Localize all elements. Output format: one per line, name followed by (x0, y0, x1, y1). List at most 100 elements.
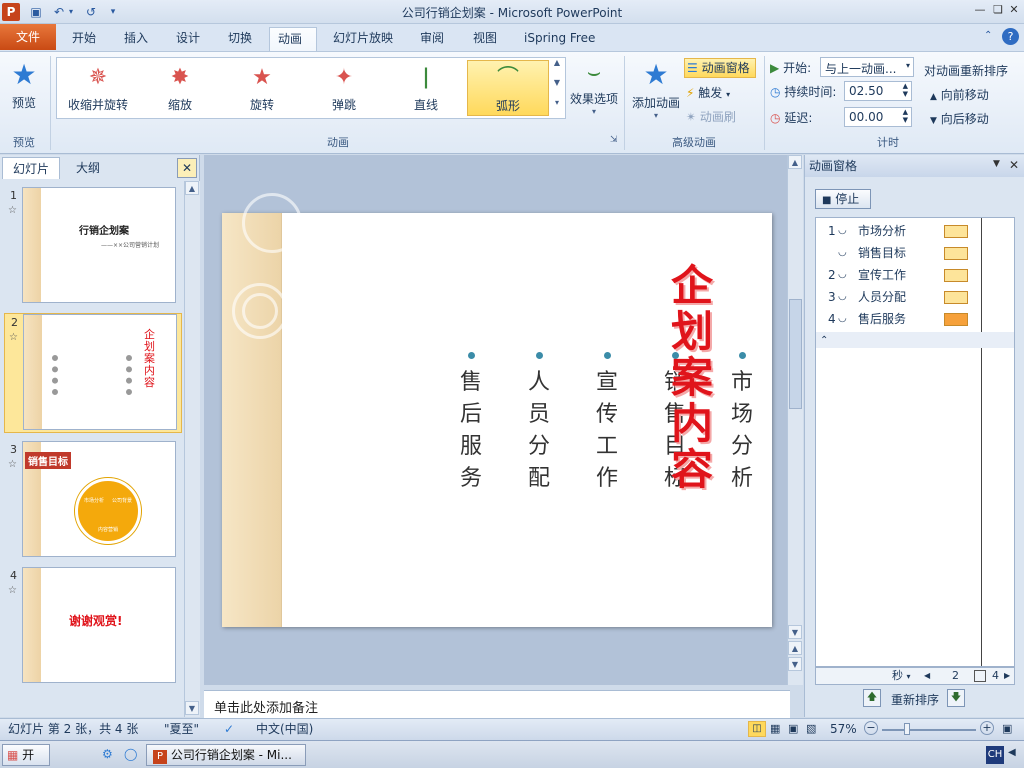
fit-window-icon[interactable]: ▣ (1002, 719, 1012, 739)
trigger-button[interactable]: ⚡ 触发 ▾ (686, 84, 746, 104)
timeline-marker[interactable] (974, 670, 986, 682)
reorder-down-button[interactable]: 🡇 (947, 689, 965, 707)
theme-name[interactable]: "夏至" (164, 719, 199, 739)
item-promotion[interactable]: 宣传工作 (592, 367, 622, 495)
timeline-right-icon[interactable]: ▶ (1004, 668, 1010, 684)
slide-thumbnail-4[interactable]: 4 ☆ 谢谢观赏! (4, 567, 182, 685)
start-dropdown[interactable]: 与上一动画... ▾ (820, 57, 914, 77)
tab-slides[interactable]: 幻灯片 (2, 157, 61, 179)
gallery-item-spin[interactable]: ★ 旋转 (223, 60, 301, 116)
effect-options-button[interactable]: ⌣ 效果选项 ▾ (568, 56, 620, 126)
stop-button[interactable]: ■ 停止 (815, 189, 871, 209)
tab-view[interactable]: 视图 (465, 27, 505, 51)
tab-animations[interactable]: 动画 (269, 27, 317, 52)
tab-file[interactable]: 文件 (0, 24, 56, 50)
item-staffing[interactable]: 人员分配 (524, 367, 554, 495)
tab-outline[interactable]: 大纲 (66, 157, 110, 179)
tab-home[interactable]: 开始 (64, 27, 104, 51)
seconds-dropdown[interactable]: 秒 ▾ (892, 668, 911, 685)
taskbar-powerpoint-task[interactable]: P 公司行销企划案 - Mi... (146, 744, 306, 766)
item-market-analysis[interactable]: 市场分析 (727, 367, 757, 495)
canvas-scrollbar[interactable]: ▲ ▼ ▲ ▼ (787, 155, 803, 685)
start-button[interactable]: ▦ 开始 (2, 744, 50, 766)
item-after-sales[interactable]: 售后服务 (456, 367, 486, 495)
slide-thumbnail-3[interactable]: 3 ☆ 销售目标 市场分析 公司背景 内容营销 (4, 441, 182, 559)
help-icon[interactable]: ⌃ (984, 30, 998, 44)
reorder-up-button[interactable]: 🡅 (863, 689, 881, 707)
slide-thumbnail-1[interactable]: 1 ☆ 行销企划案 ——××公司营销计划 (4, 187, 182, 305)
spinner-arrows-icon[interactable]: ▲ ▼ (903, 108, 908, 124)
slides-scrollbar[interactable]: ▲ ▼ (184, 181, 200, 717)
duration-input[interactable]: 02.50 ▲ ▼ (844, 81, 912, 101)
list-item[interactable]: 2 ◡ 宣传工作 (816, 264, 982, 286)
timing-bar[interactable] (944, 247, 968, 260)
scroll-up-icon[interactable]: ▲ (788, 155, 802, 169)
slideshow-icon[interactable]: ▧ (806, 719, 816, 739)
dialog-launcher-icon[interactable]: ⇲ (610, 135, 618, 145)
tab-insert[interactable]: 插入 (116, 27, 156, 51)
tab-transitions[interactable]: 切换 (220, 27, 260, 51)
slide-thumbnail-2[interactable]: 2 ☆ 企划案内容 (4, 313, 182, 433)
scroll-down-icon[interactable]: ▼ (788, 625, 802, 639)
next-slide-icon[interactable]: ▼ (788, 657, 802, 671)
gallery-more-icon[interactable]: ▾ (550, 98, 564, 118)
animation-pane-button[interactable]: ☰ 动画窗格 (684, 58, 756, 78)
slide-sorter-icon[interactable]: ▦ (770, 719, 780, 739)
gallery-item-line-path[interactable]: ǀ 直线 (387, 60, 465, 116)
gallery-item-arc-path[interactable]: ⌒ 弧形 (467, 60, 549, 116)
notes-input[interactable]: 单击此处添加备注 (204, 690, 790, 718)
scroll-up-icon[interactable]: ▲ (185, 181, 199, 195)
zoom-level[interactable]: 57% (830, 719, 857, 739)
timing-bar[interactable] (944, 225, 968, 238)
slide-canvas[interactable]: 售后服务 人员分配 宣传工作 销售目标 市场分析 企划案内容 (222, 193, 772, 627)
collapse-row[interactable]: ⌃ (816, 332, 1014, 348)
tab-ispring[interactable]: iSpring Free (516, 27, 603, 51)
scroll-down-icon[interactable]: ▼ (185, 701, 199, 715)
timing-bar[interactable] (944, 291, 968, 304)
delay-input[interactable]: 00.00 ▲ ▼ (844, 107, 912, 127)
move-later-button[interactable]: ▼ 向后移动 (930, 110, 989, 127)
zoom-slider[interactable] (882, 729, 976, 731)
close-pane-button[interactable]: ✕ (177, 158, 197, 178)
help-button[interactable]: ? (1002, 28, 1019, 45)
timing-bar[interactable] (944, 269, 968, 282)
add-animation-button[interactable]: ★ 添加动画 ▾ (628, 56, 684, 126)
animation-painter-button[interactable]: ✴ 动画刷 (686, 108, 748, 126)
slide-title[interactable]: 企划案内容 (662, 263, 722, 493)
zoom-out-icon[interactable]: − (864, 721, 878, 735)
ime-indicator[interactable]: CH (986, 746, 1004, 764)
gallery-item-bounce[interactable]: ✦ 弹跳 (305, 60, 383, 116)
move-earlier-button[interactable]: ▲ 向前移动 (930, 86, 989, 103)
spellcheck-icon[interactable]: ✓ (224, 719, 234, 739)
timeline-left-icon[interactable]: ◀ (924, 668, 930, 684)
list-item[interactable]: 1 ◡ 市场分析 (816, 220, 982, 242)
list-item[interactable]: 3 ◡ 人员分配 (816, 286, 982, 308)
close-button[interactable]: ✕ (1004, 2, 1024, 18)
tray-arrow-icon[interactable]: ◀ (1008, 747, 1016, 758)
gallery-scroll-down-icon[interactable]: ▼ (550, 78, 564, 98)
browser-icon[interactable]: ◯ (124, 747, 137, 761)
pane-menu-icon[interactable]: ▼ (993, 159, 1000, 169)
spinner-arrows-icon[interactable]: ▲ ▼ (903, 82, 908, 98)
group-animation-label: 动画 (327, 136, 349, 149)
prev-slide-icon[interactable]: ▲ (788, 641, 802, 655)
reading-view-icon[interactable]: ▣ (788, 719, 798, 739)
desktop-icon[interactable]: ⚙ (102, 747, 113, 761)
gallery-scroll-up-icon[interactable]: ▲ (550, 58, 564, 78)
close-icon[interactable]: ✕ (1009, 158, 1019, 172)
zoom-in-icon[interactable]: + (980, 721, 994, 735)
preview-button[interactable]: ★ 预览 (4, 56, 44, 118)
gallery-item-zoom[interactable]: ✸ 缩放 (141, 60, 219, 116)
minimize-button[interactable]: — (970, 2, 990, 18)
gallery-item-shrink-turn[interactable]: ✵ 收缩并旋转 (59, 60, 137, 116)
timing-bar[interactable] (944, 313, 968, 326)
zoom-slider-handle[interactable] (904, 723, 910, 735)
language-indicator[interactable]: 中文(中国) (256, 719, 313, 739)
list-item-selected[interactable]: 4 ◡ 售后服务 (816, 308, 982, 330)
tab-review[interactable]: 审阅 (412, 27, 452, 51)
scroll-thumb[interactable] (789, 299, 802, 409)
list-item[interactable]: ◡ 销售目标 (816, 242, 982, 264)
tab-slideshow[interactable]: 幻灯片放映 (325, 27, 401, 51)
tab-design[interactable]: 设计 (168, 27, 208, 51)
normal-view-icon[interactable]: ◫ (748, 721, 766, 737)
